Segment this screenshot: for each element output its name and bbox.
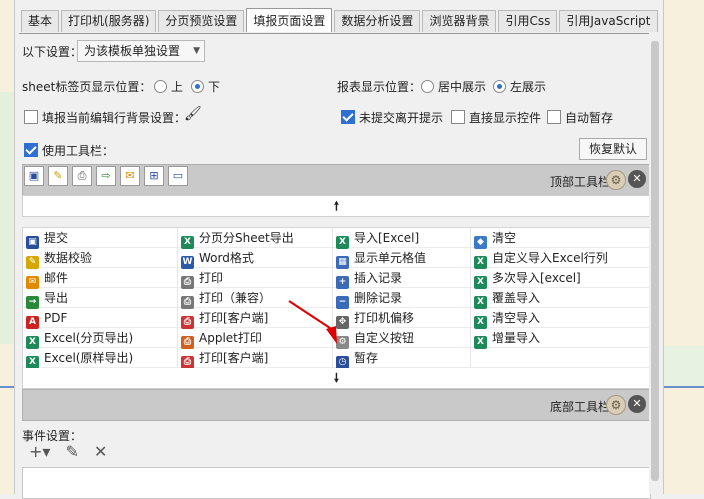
background-left <box>0 0 14 494</box>
annotation-arrow <box>288 300 337 344</box>
template-settings-dialog: 基本 打印机(服务器) 分页预览设置 填报页面设置 数据分析设置 浏览器背景 引用Css 引用… <box>14 0 664 499</box>
background-right <box>662 0 704 494</box>
